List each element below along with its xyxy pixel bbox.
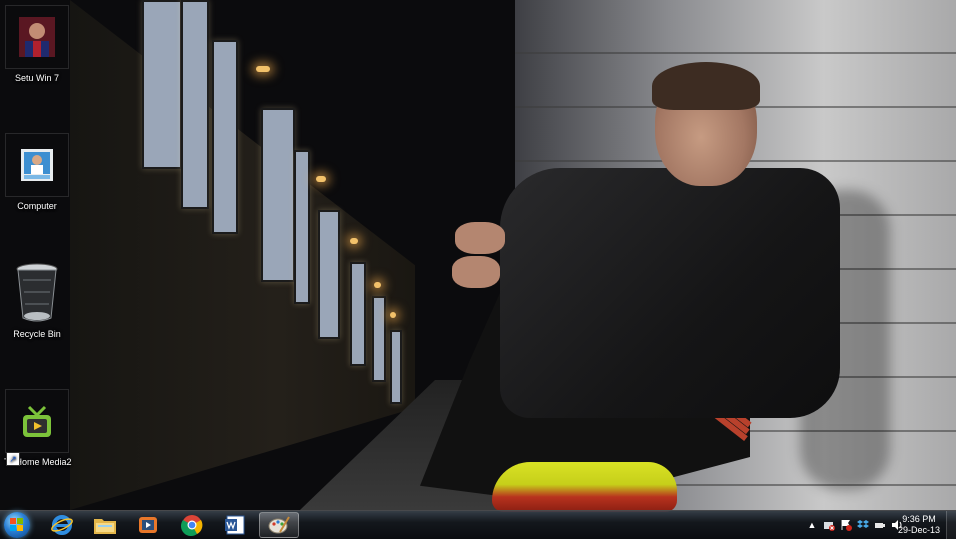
paint-icon[interactable] [259, 512, 299, 538]
street-lamp [374, 282, 381, 288]
clock-date: 29-Dec-13 [897, 525, 941, 535]
building-window [212, 40, 238, 234]
building-window [142, 0, 182, 169]
building-wall-left [70, 0, 415, 510]
taskbar-clock[interactable]: 9:36 PM 29-Dec-13 [895, 514, 943, 536]
building-window [294, 150, 310, 304]
desktop-wallpaper [0, 0, 956, 538]
word-icon[interactable] [215, 512, 255, 538]
file-explorer-icon[interactable] [85, 512, 125, 538]
football-boot [492, 462, 677, 512]
street-lamp [390, 312, 396, 318]
desktop-icon-label: Setu Win 7 [14, 73, 60, 83]
shortcut-arrow-icon: ↗ [6, 452, 20, 466]
street-lamp [316, 176, 326, 182]
person-hand [455, 222, 505, 254]
network-error-icon[interactable] [823, 519, 835, 531]
clock-time: 9:36 PM [902, 514, 936, 524]
start-orb-icon[interactable] [4, 512, 30, 538]
user-photo-icon [5, 5, 69, 69]
desktop-icon-computer[interactable]: Computer [4, 133, 70, 211]
show-hidden-icons-chevron[interactable]: ▲ [806, 519, 818, 531]
desktop-icon-setu-win7[interactable]: Setu Win 7 [4, 5, 70, 83]
internet-explorer-icon[interactable] [42, 512, 82, 538]
power-icon[interactable] [874, 519, 886, 531]
building-window [390, 330, 402, 404]
show-desktop-button[interactable] [946, 511, 956, 539]
desktop-icon-recycle-bin[interactable]: Recycle Bin [4, 261, 70, 339]
recycle-bin-icon [5, 261, 69, 325]
street-lamp [256, 66, 270, 72]
building-window [372, 296, 386, 382]
action-center-icon[interactable] [840, 519, 852, 531]
building-window [261, 108, 295, 282]
desktop-icon-label: Computer [17, 201, 57, 211]
person-hand [452, 256, 500, 288]
person-hair [652, 62, 760, 110]
person-jacket [500, 168, 840, 418]
desktop-icon-tvhome-media2[interactable]: ↗ TVHome Media2 [4, 389, 72, 467]
tv-media-icon: ↗ [5, 389, 69, 466]
taskbar: ▲ 9:36 PM 29-Dec-13 [0, 510, 956, 539]
computer-icon [5, 133, 69, 197]
building-window [318, 210, 340, 339]
system-tray: ▲ [806, 517, 903, 533]
chrome-icon[interactable] [172, 512, 212, 538]
media-player-icon[interactable] [128, 512, 168, 538]
building-window [181, 0, 209, 209]
street-lamp [350, 238, 358, 244]
building-window [350, 262, 366, 366]
dropbox-icon[interactable] [857, 519, 869, 531]
desktop-icon-label: Recycle Bin [13, 329, 61, 339]
